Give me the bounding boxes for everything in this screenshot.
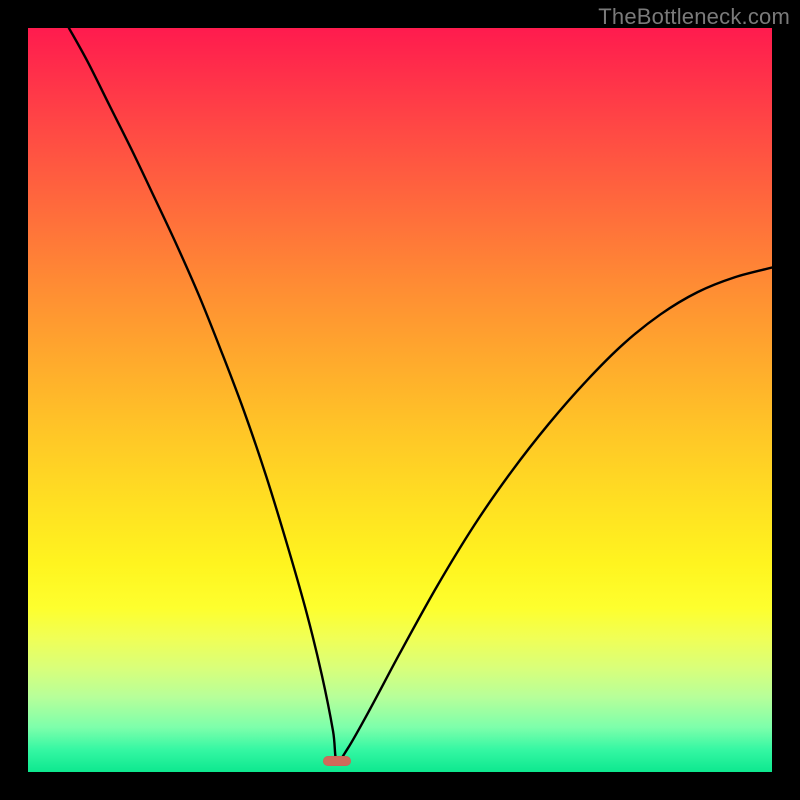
chart-frame: TheBottleneck.com	[0, 0, 800, 800]
plot-area	[28, 28, 772, 772]
curve-layer	[28, 28, 772, 772]
watermark-text: TheBottleneck.com	[598, 4, 790, 30]
dip-marker	[323, 756, 351, 766]
curve-path	[69, 28, 772, 761]
